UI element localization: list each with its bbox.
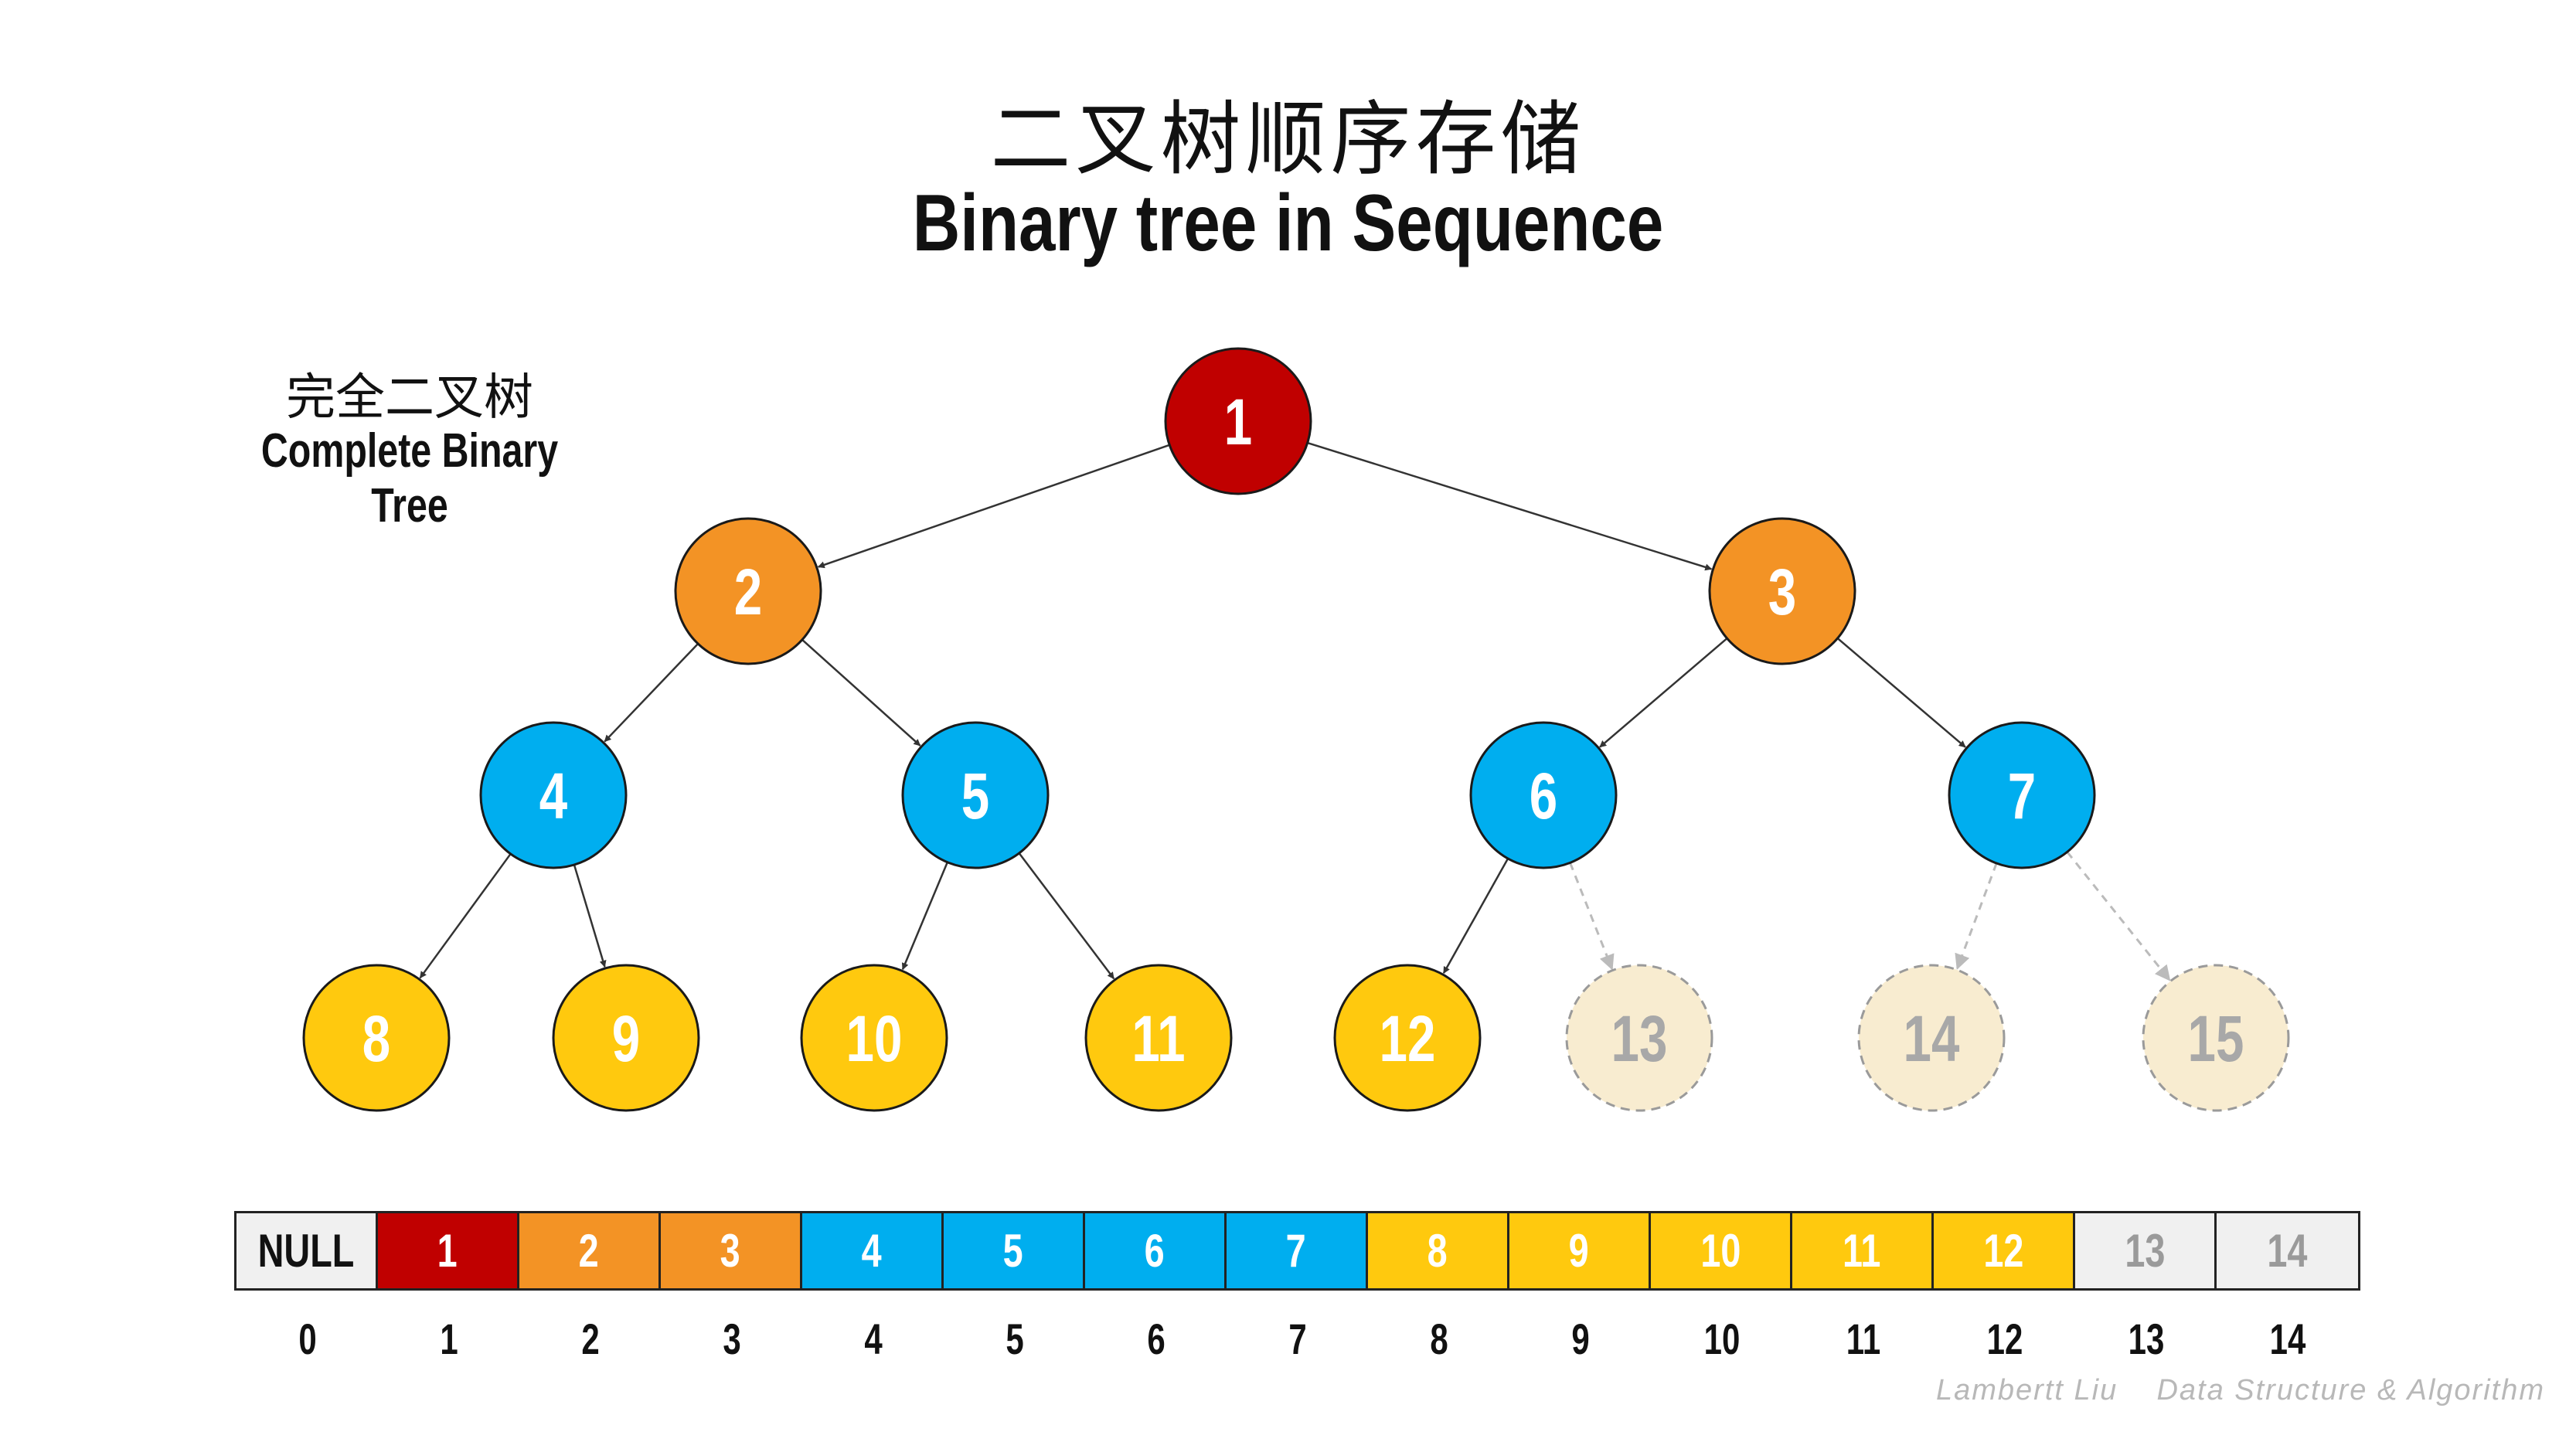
node-label: 5 (961, 760, 989, 832)
node-label: 8 (362, 1002, 390, 1075)
array-index-3: 3 (722, 1315, 741, 1363)
array-index-6: 6 (1146, 1315, 1165, 1363)
array-index-14: 14 (2269, 1315, 2305, 1363)
node-label: 10 (846, 1002, 903, 1075)
tree-node-12: 12 (1333, 964, 1482, 1112)
edge-4-to-8 (419, 853, 512, 979)
tree-node-13: 13 (1565, 964, 1713, 1112)
array-cell-label: 14 (2267, 1225, 2308, 1277)
tree-node-14: 14 (1857, 964, 2006, 1112)
array-cell-label: 3 (720, 1225, 741, 1277)
array-cell-label: 6 (1144, 1225, 1165, 1277)
array-cell-label: 11 (1843, 1225, 1881, 1277)
array-index-12: 12 (1986, 1315, 2023, 1363)
tree-node-9: 9 (552, 964, 700, 1112)
array-cell-label: 2 (578, 1225, 600, 1277)
array-index-2: 2 (580, 1315, 600, 1363)
array-cell-7: 7 (1227, 1213, 1368, 1288)
edge-3-to-6 (1599, 638, 1728, 748)
array-cell-label: 12 (1982, 1225, 2024, 1277)
edge-7-to-15 (2066, 851, 2171, 981)
node-label: 2 (734, 556, 762, 628)
tree-node-1: 1 (1164, 347, 1312, 495)
array-index-row: 0 1 2 3 4 5 6 7 8 9 10 11 12 13 14 (0, 1314, 2576, 1376)
array-cell-5: 5 (944, 1213, 1085, 1288)
tree-node-6: 6 (1469, 721, 1618, 869)
array-cell-11: 11 (1792, 1213, 1934, 1288)
array-cell-label: 4 (861, 1225, 883, 1277)
array-index-7: 7 (1288, 1315, 1307, 1363)
node-label: 12 (1380, 1002, 1436, 1075)
edge-3-to-7 (1836, 637, 1966, 748)
array-cell-label: 8 (1427, 1225, 1448, 1277)
array-index-10: 10 (1703, 1315, 1740, 1363)
edge-2-to-5 (801, 638, 921, 747)
edge-6-to-12 (1442, 858, 1509, 975)
edge-4-to-9 (573, 864, 607, 968)
array-cell-label: 5 (1002, 1225, 1024, 1277)
tree-node-5: 5 (901, 721, 1050, 869)
array-index-5: 5 (1005, 1315, 1024, 1363)
array-cell-10: 10 (1651, 1213, 1792, 1288)
array-cell-label: 10 (1700, 1225, 1741, 1277)
array-cell-3: 3 (661, 1213, 802, 1288)
array-cell-label: NULL (257, 1225, 355, 1277)
array-index-13: 13 (2128, 1315, 2164, 1363)
node-label: 1 (1224, 386, 1252, 458)
array-cell-6: 6 (1085, 1213, 1227, 1288)
node-label: 11 (1131, 1002, 1185, 1075)
array-index-4: 4 (863, 1315, 883, 1363)
tree-node-10: 10 (800, 964, 948, 1112)
tree-node-3: 3 (1708, 517, 1856, 665)
node-label: 13 (1611, 1002, 1668, 1075)
node-label: 14 (1904, 1002, 1960, 1075)
array-cell-2: 2 (519, 1213, 661, 1288)
edge-6-to-13 (1569, 862, 1615, 971)
tree-node-4: 4 (479, 721, 628, 869)
array-cell-14: 14 (2217, 1213, 2358, 1288)
array-cell-label: 9 (1568, 1225, 1590, 1277)
array-cell-4: 4 (802, 1213, 944, 1288)
array-cell-1: 1 (378, 1213, 519, 1288)
edge-5-to-10 (901, 862, 948, 971)
author-footer: Lambertt Liu Data Structure & Algorithm (1935, 1374, 2545, 1406)
edge-2-to-4 (604, 643, 699, 743)
edge-5-to-11 (1018, 852, 1115, 980)
node-label: 4 (539, 760, 568, 832)
node-label: 6 (1530, 760, 1557, 832)
tree-node-7: 7 (1948, 721, 2096, 869)
tree-node-15: 15 (2142, 964, 2290, 1112)
tree-nodes: 12 34 5 6 78 9 10 11 12 13 14 15 (302, 347, 2290, 1112)
array-cell-9: 9 (1509, 1213, 1651, 1288)
array-index-11: 11 (1846, 1315, 1880, 1363)
tree-node-11: 11 (1084, 964, 1233, 1112)
array-index-9: 9 (1570, 1315, 1590, 1363)
sequence-array: NULL 1 2 3 4 5 6 7 8 9 10 11 12 13 14 (234, 1211, 2360, 1291)
tree-edges (419, 441, 2171, 981)
array-cell-label: 1 (437, 1225, 458, 1277)
tree-node-8: 8 (302, 964, 451, 1112)
edge-1-to-2 (817, 444, 1170, 569)
array-index-0: 0 (298, 1315, 317, 1363)
array-cell-12: 12 (1934, 1213, 2075, 1288)
array-cell-label: 13 (2124, 1225, 2166, 1277)
node-label: 7 (2008, 760, 2036, 832)
node-label: 9 (612, 1002, 640, 1075)
edge-7-to-14 (1955, 862, 1998, 970)
node-label: 15 (2188, 1002, 2244, 1075)
edge-1-to-3 (1307, 441, 1713, 571)
array-cell-label: 7 (1285, 1225, 1307, 1277)
array-cell-8: 8 (1368, 1213, 1509, 1288)
tree-node-2: 2 (674, 517, 822, 665)
array-index-1: 1 (439, 1315, 458, 1363)
array-cell-0: NULL (237, 1213, 378, 1288)
node-label: 3 (1768, 556, 1796, 628)
array-cell-13: 13 (2075, 1213, 2217, 1288)
array-index-8: 8 (1429, 1315, 1448, 1363)
